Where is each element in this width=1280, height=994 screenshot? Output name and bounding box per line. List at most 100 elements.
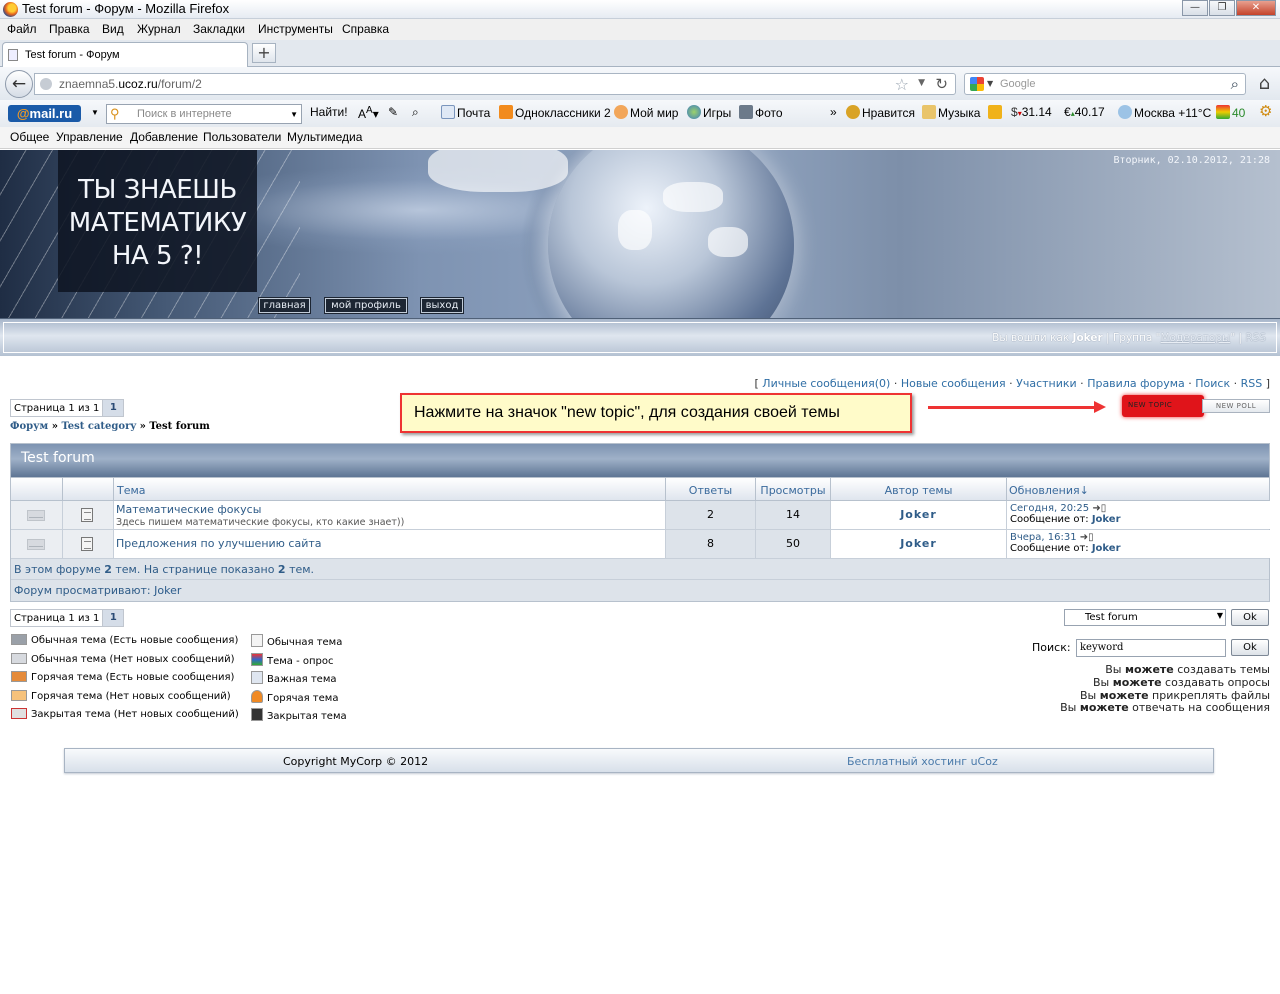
goto-last-post-icon[interactable]: ➜▯ <box>1092 503 1106 514</box>
admin-menu-general[interactable]: Общее <box>10 130 49 144</box>
pager-page-1[interactable]: 1 <box>103 400 124 416</box>
forum-search-ok-button[interactable]: Ok <box>1231 639 1269 656</box>
chevron-down-icon[interactable]: ▼ <box>1217 611 1223 620</box>
menu-view[interactable]: Вид <box>102 22 124 36</box>
topic-link[interactable]: Предложения по улучшению сайта <box>116 537 663 550</box>
menu-tools[interactable]: Инструменты <box>258 22 333 36</box>
breadcrumb-forum[interactable]: Форум <box>10 421 48 432</box>
last-poster-link[interactable]: Joker <box>1092 543 1121 554</box>
mailru-widget[interactable] <box>988 105 1004 120</box>
login-user-link[interactable]: Joker <box>1073 332 1103 344</box>
new-topic-button[interactable]: NEW TOPIC <box>1122 395 1204 417</box>
admin-menu-add[interactable]: Добавление <box>130 130 198 144</box>
viewer-link[interactable]: Joker <box>154 584 181 597</box>
link-private-messages[interactable]: Личные сообщения(0) <box>762 377 890 390</box>
link-forum-rules[interactable]: Правила форума <box>1087 377 1185 390</box>
mailru-mail[interactable]: Почта <box>441 105 490 120</box>
envelope-new-icon <box>11 634 27 645</box>
mailru-music[interactable]: Музыка <box>922 105 980 120</box>
pager-page-1[interactable]: 1 <box>103 610 124 626</box>
update-date-link[interactable]: Вчера, 16:31 <box>1010 532 1077 543</box>
admin-menu-multimedia[interactable]: Мультимедиа <box>287 130 362 144</box>
admin-menu-users[interactable]: Пользователи <box>203 130 281 144</box>
menu-edit[interactable]: Правка <box>49 22 90 36</box>
google-icon[interactable] <box>970 77 984 91</box>
col-updates[interactable]: Обновления↓ <box>1006 478 1270 500</box>
col-author[interactable]: Автор темы <box>830 478 1006 500</box>
settings-gear-icon[interactable]: ⚙ <box>1259 102 1272 120</box>
chevron-down-icon[interactable]: ▼ <box>91 108 99 117</box>
minimize-button[interactable]: — <box>1182 0 1208 16</box>
link-members[interactable]: Участники <box>1016 377 1077 390</box>
menu-help[interactable]: Справка <box>342 22 389 36</box>
firefox-icon <box>3 2 18 17</box>
rss-link[interactable]: RSS <box>1245 332 1266 344</box>
admin-menu-manage[interactable]: Управление <box>56 130 123 144</box>
breadcrumb-category[interactable]: Test category <box>61 421 136 432</box>
menu-bookmarks[interactable]: Закладки <box>193 22 245 36</box>
link-search[interactable]: Поиск <box>1195 377 1230 390</box>
menubar: Файл Правка Вид Журнал Закладки Инструме… <box>0 19 1280 40</box>
mailru-logo[interactable]: @mail.ru <box>8 105 81 122</box>
mailru-search-input[interactable]: ⚲ Поиск в интернете ▼ <box>106 104 302 124</box>
new-poll-button[interactable]: NEW POLL <box>1202 399 1270 413</box>
group-link[interactable]: Модераторы <box>1161 332 1231 344</box>
chevron-down-icon[interactable]: ▼ <box>918 78 925 88</box>
new-tab-button[interactable]: + <box>252 43 276 63</box>
replies-cell[interactable]: 2 <box>665 501 755 529</box>
menu-history[interactable]: Журнал <box>137 22 181 36</box>
font-size-icon[interactable]: AA▾ <box>358 105 379 121</box>
mailru-moimir[interactable]: Мой мир <box>614 105 678 120</box>
last-poster-link[interactable]: Joker <box>1092 514 1121 525</box>
highlight-icon[interactable]: ✎ <box>388 105 398 119</box>
col-views[interactable]: Просмотры <box>755 478 830 500</box>
author-link[interactable]: Joker <box>830 530 1006 558</box>
back-button[interactable]: ← <box>5 70 33 98</box>
forum-table: Test forum Тема Ответы Просмотры Автор т… <box>10 443 1270 602</box>
my-profile-button[interactable]: мой профиль <box>324 297 408 314</box>
more-chevron-icon[interactable]: » <box>830 105 837 119</box>
weather[interactable]: Москва +11°C <box>1118 105 1211 120</box>
tab-active[interactable]: Test forum - Форум <box>2 42 248 68</box>
forum-jump-select[interactable]: Test forum ▼ <box>1064 609 1226 626</box>
url-text: znaemna5.ucoz.ru/forum/2 <box>59 77 202 91</box>
address-bar[interactable]: znaemna5.ucoz.ru/forum/2 ☆ ▼ ↻ <box>34 73 956 95</box>
home-icon[interactable]: ⌂ <box>1259 73 1270 94</box>
mailru-find-button[interactable]: Найти! <box>310 105 348 119</box>
eur-rate: €▴40.17 <box>1064 105 1105 119</box>
bookmark-star-icon[interactable]: ☆ <box>895 75 909 94</box>
forum-search-input[interactable]: keyword <box>1076 639 1226 657</box>
chevron-down-icon[interactable]: ▼ <box>987 79 993 88</box>
link-rss[interactable]: RSS <box>1241 377 1263 390</box>
traffic[interactable]: 40 <box>1216 105 1245 120</box>
logout-button[interactable]: выход <box>420 297 464 314</box>
maximize-button[interactable]: ❐ <box>1209 0 1235 16</box>
goto-last-post-icon[interactable]: ➜▯ <box>1080 532 1094 543</box>
update-date-link[interactable]: Сегодня, 20:25 <box>1010 503 1089 514</box>
mailru-like[interactable]: Нравится <box>846 105 915 120</box>
envelope-icon <box>11 652 27 664</box>
reload-icon[interactable]: ↻ <box>935 75 948 93</box>
author-link[interactable]: Joker <box>830 501 1006 529</box>
site-logo-box[interactable]: ТЫ ЗНАЕШЬ МАТЕМАТИКУ НА 5 ?! <box>58 150 257 292</box>
home-button[interactable]: главная <box>258 297 311 314</box>
chevron-down-icon[interactable]: ▼ <box>290 110 298 119</box>
mailru-photo[interactable]: Фото <box>739 105 783 120</box>
replies-cell[interactable]: 8 <box>665 530 755 558</box>
col-replies[interactable]: Ответы <box>665 478 755 500</box>
col-topic[interactable]: Тема <box>113 478 665 500</box>
close-button[interactable]: ✕ <box>1236 0 1276 16</box>
page-search-icon[interactable]: ⌕ <box>412 105 419 120</box>
search-icon[interactable]: ⌕ <box>1231 75 1239 93</box>
web-search-box[interactable]: ▼ Google ⌕ <box>964 73 1246 95</box>
link-new-messages[interactable]: Новые сообщения <box>901 377 1006 390</box>
admin-menu: Общее Управление Добавление Пользователи… <box>0 127 1280 149</box>
hosting-link[interactable]: Бесплатный хостинг uCoz <box>847 755 998 768</box>
mailru-games[interactable]: Игры <box>687 105 731 120</box>
mailru-odnoklassniki[interactable]: Одноклассники 2 <box>499 105 611 120</box>
menu-file[interactable]: Файл <box>7 22 37 36</box>
document-icon <box>81 508 93 522</box>
topic-link[interactable]: Математические фокусы <box>116 503 663 516</box>
legend-item: Обычная тема (Нет новых сообщений) <box>11 652 239 672</box>
forum-jump-ok-button[interactable]: Ok <box>1231 609 1269 626</box>
